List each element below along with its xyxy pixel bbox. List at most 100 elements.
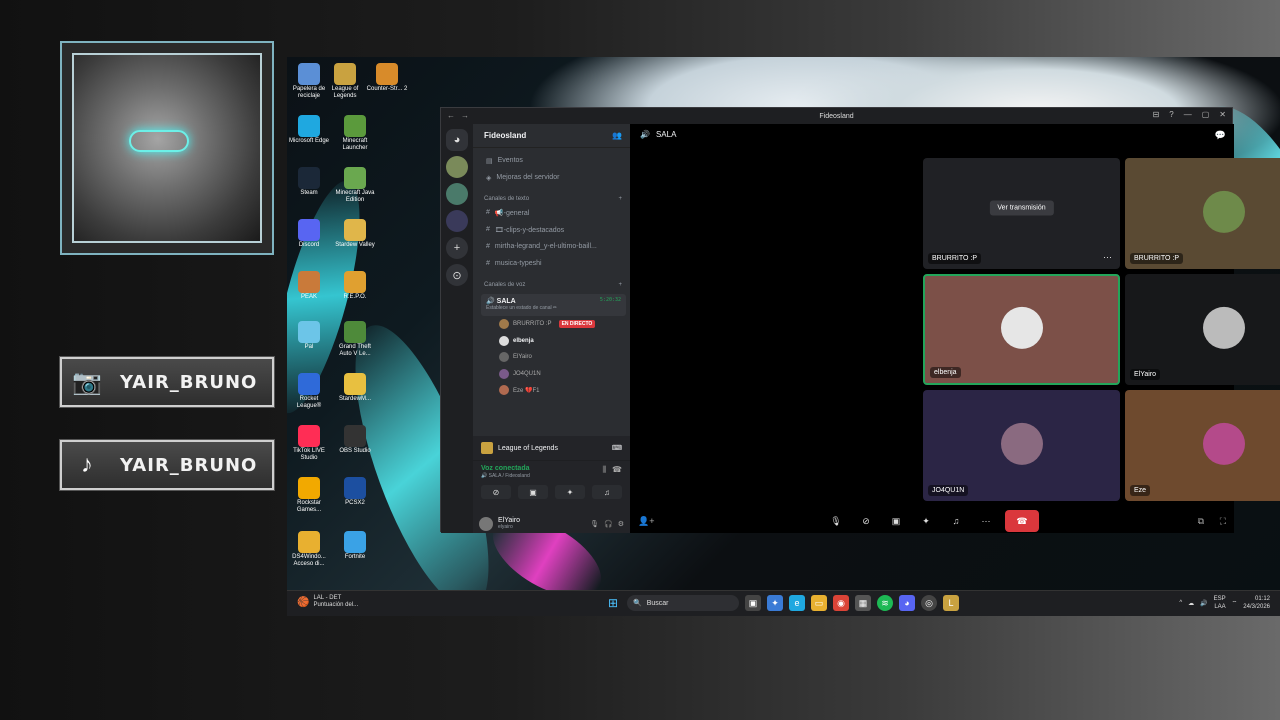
server-icon[interactable] (446, 183, 468, 205)
discover-icon[interactable]: ⊙ (446, 264, 468, 286)
desktop-icon[interactable]: Pal (287, 319, 331, 351)
clock[interactable]: 01:12 24/3/2026 (1243, 595, 1270, 611)
task-view-icon[interactable]: ▣ (745, 595, 761, 611)
voice-user[interactable]: Eze 💔F1 (473, 382, 630, 399)
soundboard-button[interactable]: ♫ (945, 512, 967, 530)
voice-user[interactable]: JO4QU1N (473, 366, 630, 383)
participant-tile[interactable]: elbenja (923, 274, 1120, 385)
chat-icon[interactable]: 💬 (1215, 130, 1226, 141)
soundboard-button[interactable]: ♫ (592, 485, 622, 499)
desktop-icon[interactable]: OBS Studio (333, 423, 377, 455)
desktop-icon[interactable]: PEAK (287, 269, 331, 301)
language-indicator[interactable]: ESP LAA (1214, 595, 1226, 611)
participant-tile[interactable]: ElYairo (1125, 274, 1280, 385)
screen-share-button[interactable]: ▣ (518, 485, 548, 499)
desktop-icon[interactable]: League of Legends (323, 61, 367, 100)
invite-people-icon[interactable]: 👥 (612, 131, 622, 140)
desktop-icon[interactable]: PCSX2 (333, 475, 377, 507)
watch-stream-button[interactable]: Ver transmisión (989, 200, 1054, 216)
desktop-icon[interactable]: Rockstar Games... (287, 475, 331, 514)
add-channel-icon[interactable]: + (618, 196, 622, 202)
close-button[interactable]: ✕ (1219, 110, 1226, 119)
voice-channel-sala[interactable]: 🔊 SALA 5:20:32 Establece un estado de ca… (481, 294, 626, 316)
desktop-icon[interactable]: TikTok LIVE Studio (287, 423, 331, 462)
server-header[interactable]: Fideosland 👥 (473, 124, 630, 148)
desktop-icon[interactable]: Discord (287, 217, 331, 249)
desktop-icon[interactable]: Stardew Valley (333, 217, 377, 249)
text-channel[interactable]: # 📢-general (473, 204, 630, 221)
more-options-icon[interactable]: ⋯ (1103, 252, 1112, 263)
participant-tile[interactable]: BRURRITO :P (1125, 158, 1280, 269)
popout-icon[interactable]: ⧉ (1198, 516, 1204, 527)
category-voice-channels[interactable]: Canales de voz + (473, 280, 630, 290)
network-icon[interactable]: ☁ (1188, 600, 1194, 607)
volume-icon[interactable]: 🔊 (1200, 600, 1207, 607)
desktop-icon[interactable]: Minecraft Java Edition (333, 165, 377, 204)
minimize-button[interactable]: — (1184, 110, 1192, 119)
nav-item-server-boosts[interactable]: ◈ Mejoras del servidor (473, 169, 630, 186)
help-icon[interactable]: ? (1169, 110, 1173, 119)
news-widget[interactable]: 🏀 LAL - DET Puntuación del... (297, 595, 358, 609)
invite-icon[interactable]: 👤+ (638, 516, 654, 527)
maximize-button[interactable]: ▢ (1202, 110, 1210, 119)
voice-user[interactable]: elbenja (473, 333, 630, 350)
add-channel-icon[interactable]: + (618, 282, 622, 288)
desktop-icon[interactable]: Counter-Str... 2 (365, 61, 409, 93)
fullscreen-icon[interactable]: ⛶ (1220, 516, 1226, 527)
desktop-icon[interactable]: DS4Windo... Acceso di... (287, 529, 331, 568)
desktop-icon[interactable]: Steam (287, 165, 331, 197)
activity-panel[interactable]: League of Legends ⌨ (473, 436, 630, 460)
mute-button[interactable]: 🎙 (825, 512, 847, 530)
activities-button[interactable]: ✦ (555, 485, 585, 499)
text-channel[interactable]: # musica-typeshi (473, 255, 630, 272)
file-explorer-icon[interactable]: ▭ (811, 595, 827, 611)
desktop-icon[interactable]: Rocket League® (287, 371, 331, 410)
disconnect-icon[interactable]: ☎ (612, 465, 622, 475)
voice-user[interactable]: ElYairo (473, 349, 630, 366)
participant-tile[interactable]: Eze (1125, 390, 1280, 501)
gear-icon[interactable]: ⚙ (618, 520, 624, 528)
desktop-icon[interactable]: Minecraft Launcher (333, 113, 377, 152)
headset-icon[interactable]: 🎧 (604, 520, 613, 528)
add-server-icon[interactable]: + (446, 237, 468, 259)
desktop-icon[interactable]: Microsoft Edge (287, 113, 331, 145)
activities-button[interactable]: ✦ (915, 512, 937, 530)
disconnect-button[interactable]: ☎ (1005, 510, 1039, 532)
spotify-icon[interactable]: ≋ (877, 595, 893, 611)
copilot-icon[interactable]: ✦ (767, 595, 783, 611)
nav-item-events[interactable]: ▤ Eventos (473, 152, 630, 169)
edge-icon[interactable]: e (789, 595, 805, 611)
participant-tile[interactable]: Ver transmisión ⋯ BRURRITO :P (923, 158, 1120, 269)
participant-tile[interactable]: JO4QU1N (923, 390, 1120, 501)
store-icon[interactable]: ▦ (855, 595, 871, 611)
camera-toggle-button[interactable]: ⊘ (481, 485, 511, 499)
desktop-icon[interactable]: R.E.P.O. (333, 269, 377, 301)
text-channel[interactable]: # mirtha-legrand_y-el-ultimo-baill... (473, 238, 630, 255)
server-icon[interactable] (446, 210, 468, 232)
microphone-icon[interactable]: 🎙 (590, 520, 599, 528)
discord-icon[interactable]: ◕ (899, 595, 915, 611)
voice-user[interactable]: BRURRITO :P EN DIRECTO (473, 316, 630, 333)
avatar[interactable] (479, 516, 493, 531)
chrome-icon[interactable]: ◉ (833, 595, 849, 611)
windows-start-icon[interactable]: ⊞ (605, 595, 621, 611)
wifi-icon[interactable]: ⌔ (1232, 599, 1238, 607)
league-icon[interactable]: L (943, 595, 959, 611)
inbox-icon[interactable]: ⊟ (1153, 110, 1160, 119)
chevron-up-icon[interactable]: ^ (1179, 600, 1182, 606)
camera-button[interactable]: ⊘ (855, 512, 877, 530)
desktop-icon[interactable]: Grand Theft Auto V Le... (333, 319, 377, 358)
obs-icon[interactable]: ◎ (921, 595, 937, 611)
forward-arrow-icon[interactable]: → (461, 111, 469, 120)
screen-share-button[interactable]: ▣ (885, 512, 907, 530)
back-arrow-icon[interactable]: ← (447, 111, 455, 120)
server-icon-fideosland[interactable] (446, 156, 468, 178)
desktop-icon[interactable]: StardewM... (333, 371, 377, 403)
text-channel[interactable]: # 🎞-clips-y-destacados (473, 221, 630, 238)
channel-status[interactable]: Establece un estado de canal ✏ (486, 305, 621, 311)
more-options-button[interactable]: ⋯ (975, 512, 997, 530)
taskbar-search[interactable]: 🔍 Buscar (627, 595, 739, 611)
category-text-channels[interactable]: Canales de texto + (473, 194, 630, 204)
controller-icon[interactable]: ⌨ (612, 444, 622, 452)
voice-status[interactable]: Voz conectada (481, 465, 530, 472)
